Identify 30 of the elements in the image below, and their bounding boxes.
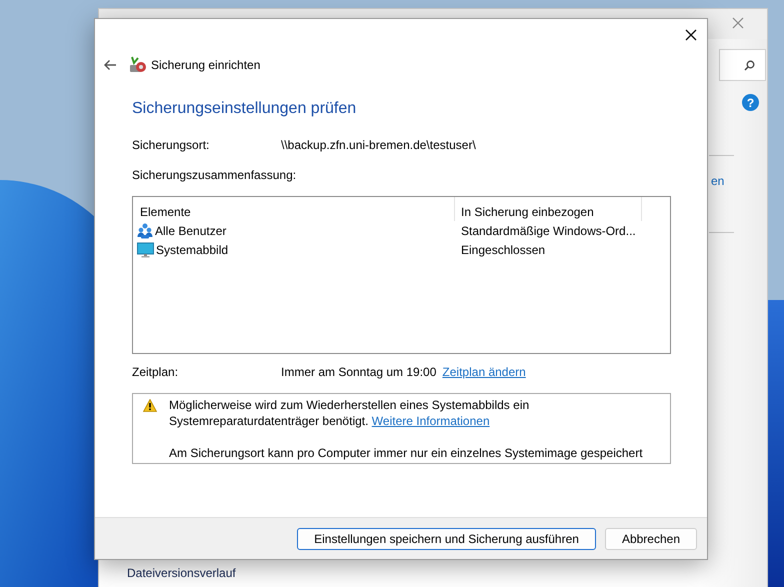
nav-item[interactable]: Dateiversionsverlauf bbox=[127, 564, 236, 582]
backup-icon bbox=[129, 56, 147, 74]
location-label: Sicherungsort: bbox=[132, 137, 210, 153]
partial-link[interactable]: en bbox=[711, 172, 724, 190]
item-status: Standardmäßige Windows-Ord... bbox=[460, 222, 636, 240]
cancel-button[interactable]: Abbrechen bbox=[604, 528, 697, 550]
summary-label: Sicherungszusammenfassung: bbox=[132, 167, 298, 183]
notice-text: Möglicherweise wird zum Wiederherstellen eines Systemabbilds ein Systemreparaturdatenträger benötigt. Weitere Informationen bbox=[169, 397, 530, 429]
warning-icon bbox=[143, 399, 157, 412]
location-value: \\backup.zfn.uni-bremen.de\testuser\ bbox=[281, 137, 476, 153]
column-header[interactable]: In Sicherung einbezogen bbox=[455, 197, 642, 221]
help-icon[interactable]: ? bbox=[742, 94, 759, 111]
save-and-run-button[interactable]: Einstellungen speichern und Sicherung ausführen bbox=[297, 528, 596, 550]
item-status: Eingeschlossen bbox=[460, 242, 546, 258]
schedule-label: Zeitplan: bbox=[132, 364, 180, 380]
page-heading: Sicherungseinstellungen prüfen bbox=[132, 99, 358, 119]
search-icon bbox=[744, 60, 755, 71]
dialog-title: Sicherung einrichten bbox=[151, 57, 260, 74]
close-icon[interactable] bbox=[685, 29, 697, 41]
monitor-icon bbox=[137, 242, 154, 258]
search-field[interactable] bbox=[719, 49, 766, 81]
change-schedule-link[interactable]: Zeitplan ändern bbox=[442, 364, 526, 380]
users-icon bbox=[137, 222, 153, 238]
column-header[interactable]: Elemente bbox=[133, 197, 455, 221]
back-arrow-icon[interactable] bbox=[103, 59, 117, 71]
item-name[interactable]: Systemabbild bbox=[156, 240, 228, 258]
more-info-link[interactable]: Weitere Informationen bbox=[372, 414, 490, 428]
schedule-value: Immer am Sonntag um 19:00 bbox=[281, 364, 436, 380]
item-name[interactable]: Alle Benutzer bbox=[155, 222, 226, 240]
notice-text: Am Sicherungsort kann pro Computer immer nur ein einzelnes Systemimage gespeichert bbox=[169, 445, 644, 461]
